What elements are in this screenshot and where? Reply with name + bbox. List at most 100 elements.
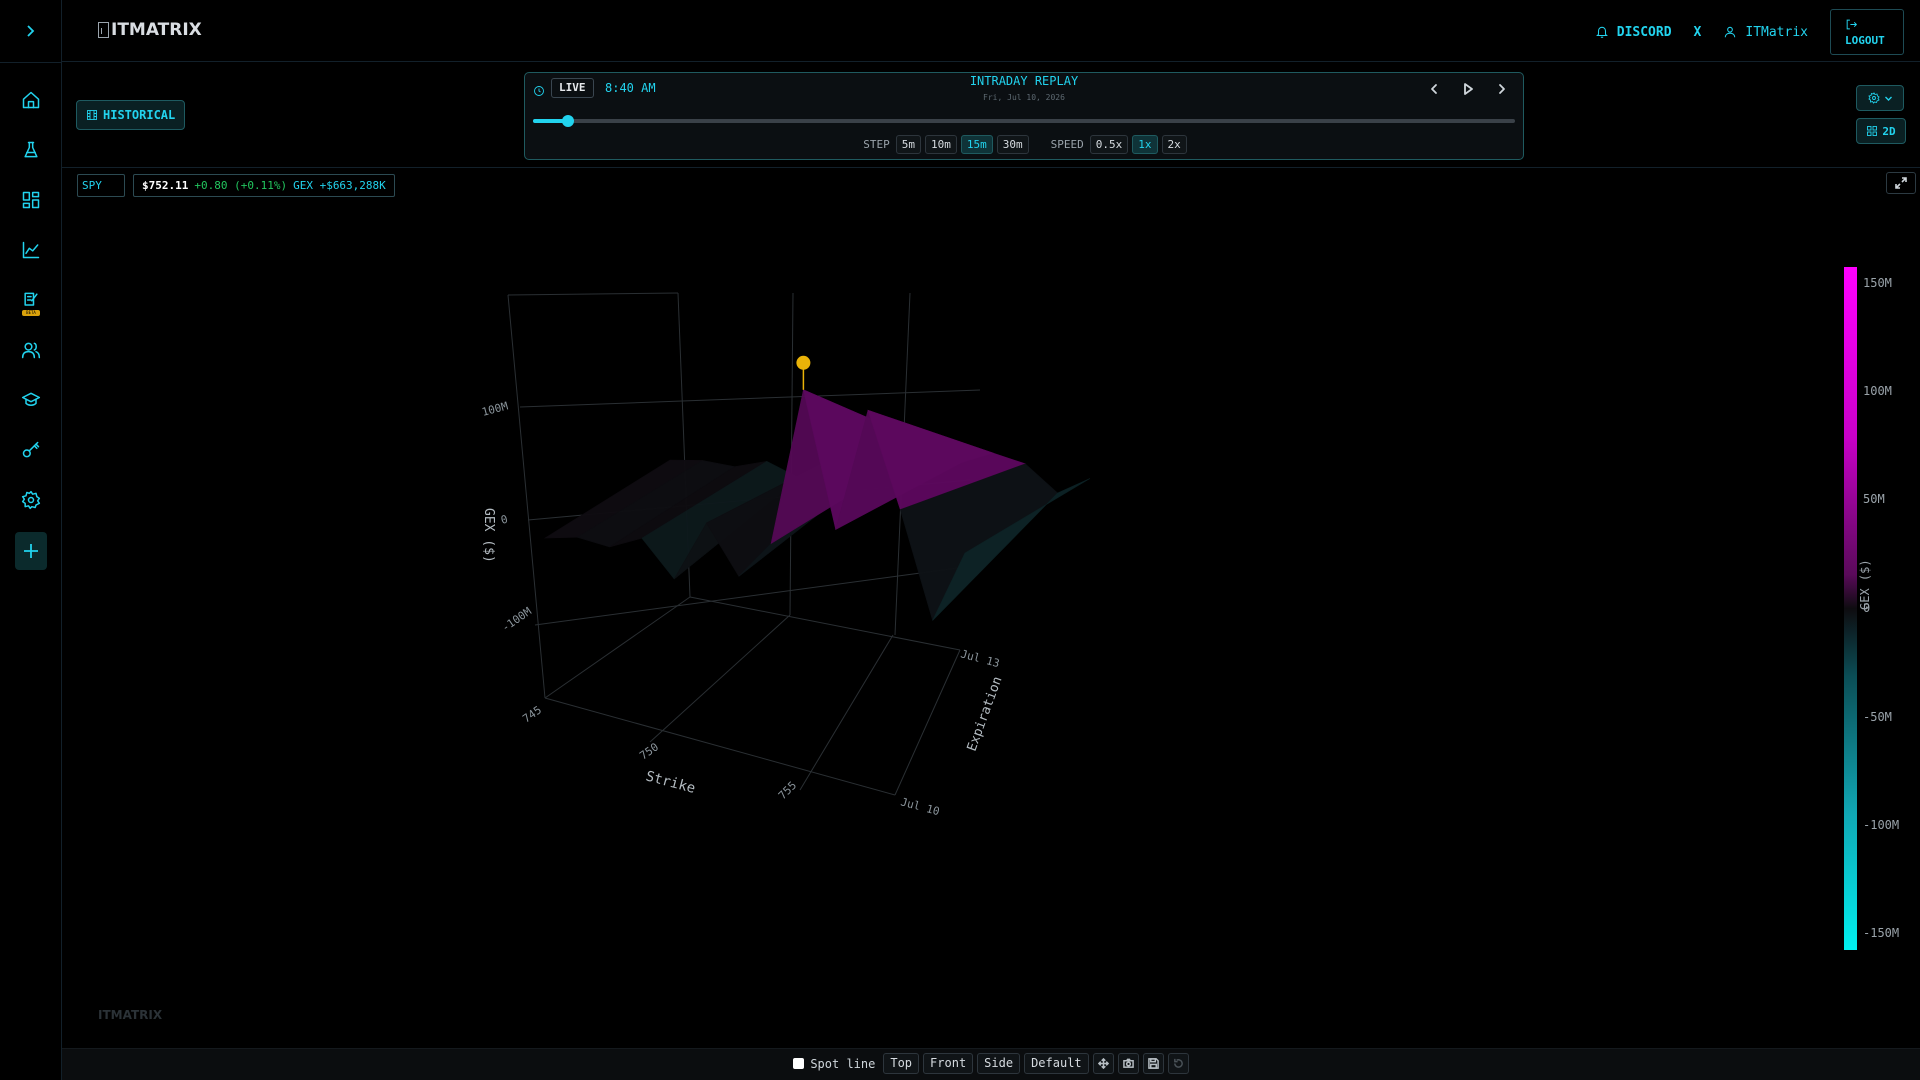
y-tick-label: Jul 10 [899,795,941,818]
sidebar-item-lab[interactable] [17,136,45,164]
z-axis-title: GEX ($) [481,508,496,563]
spot-line-label: Spot line [810,1056,876,1071]
axis-gridline [544,697,896,796]
sidebar-item-charts[interactable] [17,236,45,264]
bottom-toolbar: Spot line Top Front Side Default [62,1048,1920,1080]
y-axis-title: Expiration [965,675,1006,754]
spot-line-checkbox[interactable] [793,1058,805,1069]
chart-icon [22,241,40,259]
user-name: ITMatrix [1745,24,1808,40]
spot-line-toggle[interactable]: Spot line [793,1057,875,1071]
step-option[interactable]: 30m [996,135,1029,154]
user-profile-link[interactable]: ITMatrix [1723,25,1808,40]
notifications-discord-link[interactable]: DISCORD [1595,25,1672,40]
chevron-down-icon [1884,96,1892,101]
total-gex: GEX +$663,288K [293,179,386,192]
sidebar-expand-button[interactable] [0,0,62,62]
x-link[interactable]: X [1694,25,1702,40]
beta-badge: BETA [22,310,40,316]
sidebar-item-education[interactable] [17,386,45,414]
logo-mark-icon [98,22,109,38]
colorbar [1844,267,1857,950]
colorbar-tick: 50M [1863,492,1885,506]
chart-settings-dropdown[interactable] [1856,85,1904,111]
reset-icon [1173,1058,1183,1068]
view-default-button[interactable]: Default [1024,1053,1089,1074]
sidebar-divider [0,62,62,63]
step-label: STEP [863,138,890,151]
watermark-logo: ITMATRIX [98,1008,163,1022]
view-front-button[interactable]: Front [923,1053,974,1074]
left-sidebar: BETA [0,0,62,1080]
axis-gridline [799,634,894,791]
axis-gridline [649,614,791,743]
speed-option[interactable]: 2x [1161,135,1187,154]
screenshot-button[interactable] [1117,1053,1139,1074]
price-change: +0.80 (+0.11%) [194,179,288,192]
x-tick-label: 750 [637,740,661,762]
historical-button[interactable]: HISTORICAL [76,100,186,130]
app-root: BETA ITMATRIX DISCORD X ITMatrix LOGOUT … [0,0,1920,1080]
bell-icon [1595,26,1608,38]
brand-logo[interactable]: ITMATRIX [98,20,202,40]
view-top-button[interactable]: Top [883,1053,920,1074]
sidebar-item-notes-beta[interactable]: BETA [17,286,45,316]
colorbar-tick: -150M [1863,926,1900,940]
sidebar-item-api-keys[interactable] [17,436,45,464]
surface-group [543,355,1091,622]
speed-option[interactable]: 0.5x [1089,135,1129,154]
replay-options: STEP 5m 10m 15m 30m SPEED 0.5x 1x 2x [525,135,1523,154]
users-icon [21,342,41,359]
z-tick-label: 0 [499,513,509,527]
z-tick-label: -100M [499,605,534,635]
sidebar-item-community[interactable] [17,336,45,364]
step-forward-button[interactable] [1491,79,1513,99]
toggle-2d-label: 2D [1882,124,1896,138]
grid-icon [1867,126,1878,136]
spot-price: $752.11 [142,179,189,192]
colorbar-tick: 150M [1863,276,1892,290]
view-side-button[interactable]: Side [977,1053,1021,1074]
colorbar-tick: -50M [1863,710,1892,724]
save-button[interactable] [1142,1053,1164,1074]
colorbar-tick: -100M [1863,818,1900,832]
step-option[interactable]: 10m [925,135,957,154]
toggle-2d-button[interactable]: 2D [1856,118,1906,144]
step-back-button[interactable] [1423,79,1445,99]
z-tick-label: 100M [480,399,509,419]
logout-icon [1846,19,1858,29]
play-icon [1464,83,1473,95]
intraday-replay-panel: LIVE 8:40 AM INTRADAY REPLAY Fri, Jul 10… [524,72,1524,160]
settings-icon [21,490,41,510]
fullscreen-button[interactable] [1886,172,1916,194]
chevron-right-icon [1499,84,1505,94]
sidebar-add-button[interactable] [15,532,47,570]
top-bar: ITMATRIX DISCORD X ITMatrix LOGOUT [62,0,1920,62]
sidebar-item-dashboard[interactable] [17,186,45,214]
axis-gridline [507,294,546,699]
step-option-active[interactable]: 15m [960,135,993,154]
ticker-input[interactable]: SPY [77,174,125,197]
logout-button[interactable]: LOGOUT [1830,9,1904,55]
sidebar-item-settings[interactable] [17,486,45,514]
reset-button[interactable] [1167,1053,1189,1074]
axis-gridline [507,292,679,296]
sidebar-item-home[interactable] [17,86,45,114]
timeline-thumb[interactable] [562,115,575,127]
speed-option-active[interactable]: 1x [1132,135,1158,154]
gex-3d-surface-chart[interactable]: 100M 0 -100M 745 750 755 Jul 13 Jul 10 GEX ($) St… [62,200,1920,1048]
replay-title: INTRADAY REPLAY [969,74,1079,88]
axis-gridline [544,596,691,699]
play-button[interactable] [1457,79,1479,99]
user-icon [1725,26,1736,38]
axis-gridline [689,596,961,651]
plus-icon [24,544,38,558]
replay-timeline-slider[interactable] [533,115,1515,127]
step-option[interactable]: 5m [895,135,921,154]
pan-button[interactable] [1092,1053,1114,1074]
film-icon [87,110,97,120]
top-right-menu: DISCORD X ITMatrix LOGOUT [1595,9,1904,55]
discord-link[interactable]: DISCORD [1617,25,1672,40]
axis-gridline [534,566,966,626]
replay-date: Fri, Jul 10, 2026 [983,93,1065,102]
